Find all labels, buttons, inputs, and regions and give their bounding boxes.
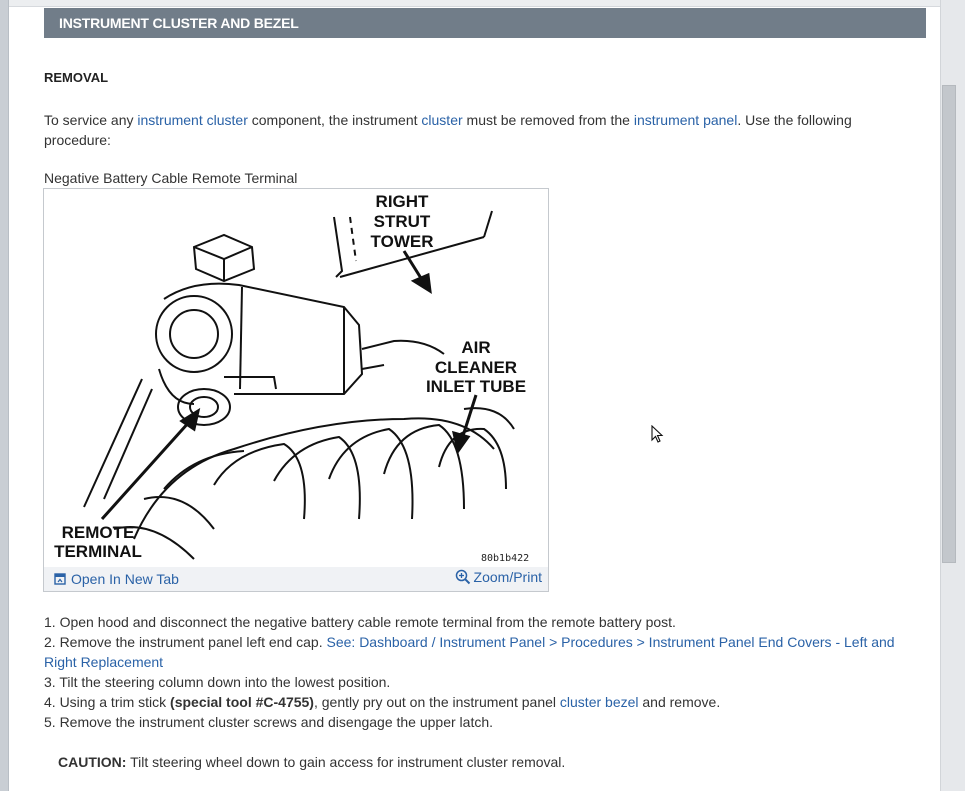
content-window: INSTRUMENT CLUSTER AND BEZEL REMOVAL To … bbox=[8, 0, 940, 791]
figure-panel: RIGHT STRUT TOWER AIR CLEANER INLET TUBE… bbox=[43, 188, 549, 592]
caution-note: CAUTION: Tilt steering wheel down to gai… bbox=[58, 754, 565, 770]
step-5-text: 5. Remove the instrument cluster screws … bbox=[44, 714, 494, 730]
strut-label-line3: TOWER bbox=[371, 232, 434, 251]
battery-terminal-illustration[interactable]: RIGHT STRUT TOWER AIR CLEANER INLET TUBE… bbox=[44, 189, 548, 567]
step-1-text: 1. Open hood and disconnect the negative… bbox=[44, 614, 676, 630]
strut-label-line2: STRUT bbox=[374, 212, 431, 231]
step-5: 5. Remove the instrument cluster screws … bbox=[44, 712, 924, 732]
step-4: 4. Using a trim stick (special tool #C-4… bbox=[44, 692, 924, 712]
mouse-pointer-icon bbox=[651, 425, 664, 443]
air-label-line1: AIR bbox=[461, 338, 490, 357]
step-3: 3. Tilt the steering column down into th… bbox=[44, 672, 924, 692]
remote-label-line2: TERMINAL bbox=[54, 542, 142, 561]
top-shade bbox=[9, 0, 940, 7]
figure-toolbar: Open In New Tab Zoom/Print bbox=[44, 567, 548, 591]
remote-label-line1: REMOTE bbox=[62, 523, 135, 542]
open-in-new-tab-link[interactable]: Open In New Tab bbox=[54, 571, 179, 587]
strut-label-line1: RIGHT bbox=[376, 192, 430, 211]
caution-label: CAUTION: bbox=[58, 754, 127, 770]
step-2: 2. Remove the instrument panel left end … bbox=[44, 632, 924, 672]
instrument-cluster-link[interactable]: instrument cluster bbox=[137, 112, 247, 128]
step-3-text: 3. Tilt the steering column down into th… bbox=[44, 674, 391, 690]
intro-text-1: To service any bbox=[44, 112, 138, 128]
section-title-bar: INSTRUMENT CLUSTER AND BEZEL bbox=[44, 8, 926, 38]
intro-text-3: must be removed from the bbox=[462, 112, 634, 128]
intro-paragraph: To service any instrument cluster compon… bbox=[44, 110, 904, 150]
step-1: 1. Open hood and disconnect the negative… bbox=[44, 612, 924, 632]
cluster-bezel-link[interactable]: cluster bezel bbox=[560, 694, 639, 710]
step-4-text-a: 4. Using a trim stick bbox=[44, 694, 171, 710]
open-in-new-tab-icon bbox=[54, 573, 66, 585]
instrument-panel-link[interactable]: instrument panel bbox=[634, 112, 738, 128]
intro-text-2: component, the instrument bbox=[247, 112, 422, 128]
air-label-line3: INLET TUBE bbox=[426, 377, 526, 396]
open-in-new-tab-label: Open In New Tab bbox=[71, 571, 179, 587]
figure-id: 80b1b422 bbox=[481, 553, 530, 564]
step-2-text: 2. Remove the instrument panel left end … bbox=[44, 634, 327, 650]
scrollbar-thumb[interactable] bbox=[942, 85, 956, 563]
zoom-print-label: Zoom/Print bbox=[473, 569, 542, 585]
air-label-line2: CLEANER bbox=[435, 358, 517, 377]
figure-caption: Negative Battery Cable Remote Terminal bbox=[44, 170, 298, 186]
page-title: INSTRUMENT CLUSTER AND BEZEL bbox=[59, 15, 299, 31]
zoom-in-icon bbox=[455, 569, 470, 585]
special-tool-text: (special tool #C-4755) bbox=[170, 694, 314, 710]
procedure-steps: 1. Open hood and disconnect the negative… bbox=[44, 612, 924, 732]
zoom-print-link[interactable]: Zoom/Print bbox=[455, 569, 542, 585]
removal-heading: REMOVAL bbox=[44, 70, 109, 85]
caution-text: Tilt steering wheel down to gain access … bbox=[126, 754, 566, 770]
step-4-text-c: and remove. bbox=[638, 694, 721, 710]
step-4-text-b: , gently pry out on the instrument panel bbox=[313, 694, 560, 710]
cluster-link[interactable]: cluster bbox=[421, 112, 462, 128]
